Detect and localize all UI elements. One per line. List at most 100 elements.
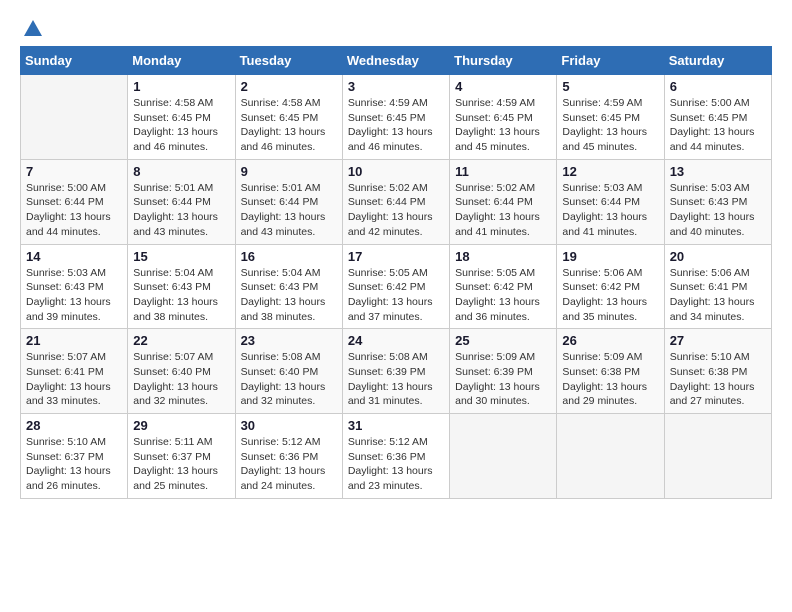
- calendar-cell: 21Sunrise: 5:07 AMSunset: 6:41 PMDayligh…: [21, 329, 128, 414]
- day-number: 10: [348, 164, 444, 179]
- day-number: 4: [455, 79, 551, 94]
- day-info: Sunrise: 5:00 AMSunset: 6:44 PMDaylight:…: [26, 181, 122, 240]
- calendar-cell: 18 Sunrise: 5:05 AMSunset: 6:42 PMDayligh…: [450, 244, 557, 329]
- day-number: 1: [133, 79, 229, 94]
- day-number: 14: [26, 249, 122, 264]
- weekday-header: Wednesday: [342, 47, 449, 75]
- calendar-cell: 26 Sunrise: 5:09 AMSunset: 6:38 PMDayligh…: [557, 329, 664, 414]
- day-number: 20: [670, 249, 766, 264]
- day-info: Sunrise: 5:03 AMSunset: 6:43 PMDaylight:…: [670, 181, 766, 240]
- day-number: 26: [562, 333, 658, 348]
- calendar-week-row: 14 Sunrise: 5:03 AMSunset: 6:43 PMDayligh…: [21, 244, 772, 329]
- day-info: Sunrise: 5:04 AMSunset: 6:43 PMDaylight:…: [133, 266, 229, 325]
- day-info: Sunrise: 5:06 AMSunset: 6:42 PMDaylight:…: [562, 266, 658, 325]
- day-info: Sunrise: 5:08 AMSunset: 6:40 PMDaylight:…: [241, 350, 337, 409]
- day-number: 13: [670, 164, 766, 179]
- day-info: Sunrise: 5:10 AMSunset: 6:38 PMDaylight:…: [670, 350, 766, 409]
- calendar-cell: 2Sunrise: 4:58 AMSunset: 6:45 PMDaylight…: [235, 75, 342, 160]
- weekday-header: Thursday: [450, 47, 557, 75]
- day-number: 16: [241, 249, 337, 264]
- day-info: Sunrise: 5:02 AMSunset: 6:44 PMDaylight:…: [348, 181, 444, 240]
- day-info: Sunrise: 5:05 AMSunset: 6:42 PMDaylight:…: [455, 266, 551, 325]
- calendar-cell: 15 Sunrise: 5:04 AMSunset: 6:43 PMDayligh…: [128, 244, 235, 329]
- day-number: 8: [133, 164, 229, 179]
- page-header: [20, 20, 772, 36]
- calendar-cell: 28 Sunrise: 5:10 AMSunset: 6:37 PMDayligh…: [21, 414, 128, 499]
- calendar-week-row: 7Sunrise: 5:00 AMSunset: 6:44 PMDaylight…: [21, 159, 772, 244]
- day-info: Sunrise: 4:59 AMSunset: 6:45 PMDaylight:…: [562, 96, 658, 155]
- logo: [20, 20, 44, 36]
- day-number: 23: [241, 333, 337, 348]
- day-info: Sunrise: 5:12 AMSunset: 6:36 PMDaylight:…: [241, 435, 337, 494]
- calendar-table: SundayMondayTuesdayWednesdayThursdayFrid…: [20, 46, 772, 499]
- calendar-cell: 10 Sunrise: 5:02 AMSunset: 6:44 PMDayligh…: [342, 159, 449, 244]
- day-number: 18: [455, 249, 551, 264]
- calendar-cell: 30 Sunrise: 5:12 AMSunset: 6:36 PMDayligh…: [235, 414, 342, 499]
- weekday-header: Sunday: [21, 47, 128, 75]
- day-info: Sunrise: 5:00 AMSunset: 6:45 PMDaylight:…: [670, 96, 766, 155]
- day-number: 19: [562, 249, 658, 264]
- calendar-cell: [450, 414, 557, 499]
- day-number: 11: [455, 164, 551, 179]
- day-number: 17: [348, 249, 444, 264]
- calendar-cell: 29 Sunrise: 5:11 AMSunset: 6:37 PMDayligh…: [128, 414, 235, 499]
- day-info: Sunrise: 5:07 AMSunset: 6:40 PMDaylight:…: [133, 350, 229, 409]
- day-info: Sunrise: 5:04 AMSunset: 6:43 PMDaylight:…: [241, 266, 337, 325]
- day-number: 25: [455, 333, 551, 348]
- calendar-cell: 17 Sunrise: 5:05 AMSunset: 6:42 PMDayligh…: [342, 244, 449, 329]
- day-number: 24: [348, 333, 444, 348]
- day-info: Sunrise: 5:06 AMSunset: 6:41 PMDaylight:…: [670, 266, 766, 325]
- weekday-header: Saturday: [664, 47, 771, 75]
- day-info: Sunrise: 5:10 AMSunset: 6:37 PMDaylight:…: [26, 435, 122, 494]
- calendar-cell: 7Sunrise: 5:00 AMSunset: 6:44 PMDaylight…: [21, 159, 128, 244]
- calendar-cell: 5Sunrise: 4:59 AMSunset: 6:45 PMDaylight…: [557, 75, 664, 160]
- day-info: Sunrise: 5:11 AMSunset: 6:37 PMDaylight:…: [133, 435, 229, 494]
- day-number: 27: [670, 333, 766, 348]
- day-info: Sunrise: 5:05 AMSunset: 6:42 PMDaylight:…: [348, 266, 444, 325]
- calendar-cell: 25 Sunrise: 5:09 AMSunset: 6:39 PMDayligh…: [450, 329, 557, 414]
- day-info: Sunrise: 5:01 AMSunset: 6:44 PMDaylight:…: [241, 181, 337, 240]
- calendar-cell: 8 Sunrise: 5:01 AMSunset: 6:44 PMDaylight…: [128, 159, 235, 244]
- calendar-cell: 6 Sunrise: 5:00 AMSunset: 6:45 PMDaylight…: [664, 75, 771, 160]
- day-info: Sunrise: 5:09 AMSunset: 6:39 PMDaylight:…: [455, 350, 551, 409]
- day-info: Sunrise: 4:59 AMSunset: 6:45 PMDaylight:…: [455, 96, 551, 155]
- calendar-week-row: 21Sunrise: 5:07 AMSunset: 6:41 PMDayligh…: [21, 329, 772, 414]
- day-number: 9: [241, 164, 337, 179]
- calendar-cell: 14 Sunrise: 5:03 AMSunset: 6:43 PMDayligh…: [21, 244, 128, 329]
- calendar-cell: 24 Sunrise: 5:08 AMSunset: 6:39 PMDayligh…: [342, 329, 449, 414]
- day-info: Sunrise: 4:58 AMSunset: 6:45 PMDaylight:…: [241, 96, 337, 155]
- day-number: 21: [26, 333, 122, 348]
- day-number: 15: [133, 249, 229, 264]
- day-number: 12: [562, 164, 658, 179]
- day-number: 28: [26, 418, 122, 433]
- weekday-header: Monday: [128, 47, 235, 75]
- calendar-week-row: 28 Sunrise: 5:10 AMSunset: 6:37 PMDayligh…: [21, 414, 772, 499]
- logo-icon: [22, 18, 44, 40]
- weekday-header: Friday: [557, 47, 664, 75]
- day-info: Sunrise: 4:58 AMSunset: 6:45 PMDaylight:…: [133, 96, 229, 155]
- day-number: 30: [241, 418, 337, 433]
- calendar-header: SundayMondayTuesdayWednesdayThursdayFrid…: [21, 47, 772, 75]
- calendar-body: 1 Sunrise: 4:58 AMSunset: 6:45 PMDaylight…: [21, 75, 772, 499]
- day-number: 29: [133, 418, 229, 433]
- calendar-cell: 19 Sunrise: 5:06 AMSunset: 6:42 PMDayligh…: [557, 244, 664, 329]
- calendar-cell: 12Sunrise: 5:03 AMSunset: 6:44 PMDayligh…: [557, 159, 664, 244]
- day-info: Sunrise: 5:09 AMSunset: 6:38 PMDaylight:…: [562, 350, 658, 409]
- day-number: 31: [348, 418, 444, 433]
- calendar-cell: 1 Sunrise: 4:58 AMSunset: 6:45 PMDaylight…: [128, 75, 235, 160]
- day-info: Sunrise: 4:59 AMSunset: 6:45 PMDaylight:…: [348, 96, 444, 155]
- day-number: 22: [133, 333, 229, 348]
- day-info: Sunrise: 5:01 AMSunset: 6:44 PMDaylight:…: [133, 181, 229, 240]
- calendar-cell: 13 Sunrise: 5:03 AMSunset: 6:43 PMDayligh…: [664, 159, 771, 244]
- calendar-cell: [21, 75, 128, 160]
- calendar-cell: [557, 414, 664, 499]
- calendar-cell: 3 Sunrise: 4:59 AMSunset: 6:45 PMDaylight…: [342, 75, 449, 160]
- calendar-cell: 20 Sunrise: 5:06 AMSunset: 6:41 PMDayligh…: [664, 244, 771, 329]
- day-info: Sunrise: 5:08 AMSunset: 6:39 PMDaylight:…: [348, 350, 444, 409]
- calendar-cell: 4 Sunrise: 4:59 AMSunset: 6:45 PMDaylight…: [450, 75, 557, 160]
- day-number: 3: [348, 79, 444, 94]
- calendar-cell: [664, 414, 771, 499]
- day-info: Sunrise: 5:03 AMSunset: 6:43 PMDaylight:…: [26, 266, 122, 325]
- day-number: 6: [670, 79, 766, 94]
- calendar-cell: 31Sunrise: 5:12 AMSunset: 6:36 PMDayligh…: [342, 414, 449, 499]
